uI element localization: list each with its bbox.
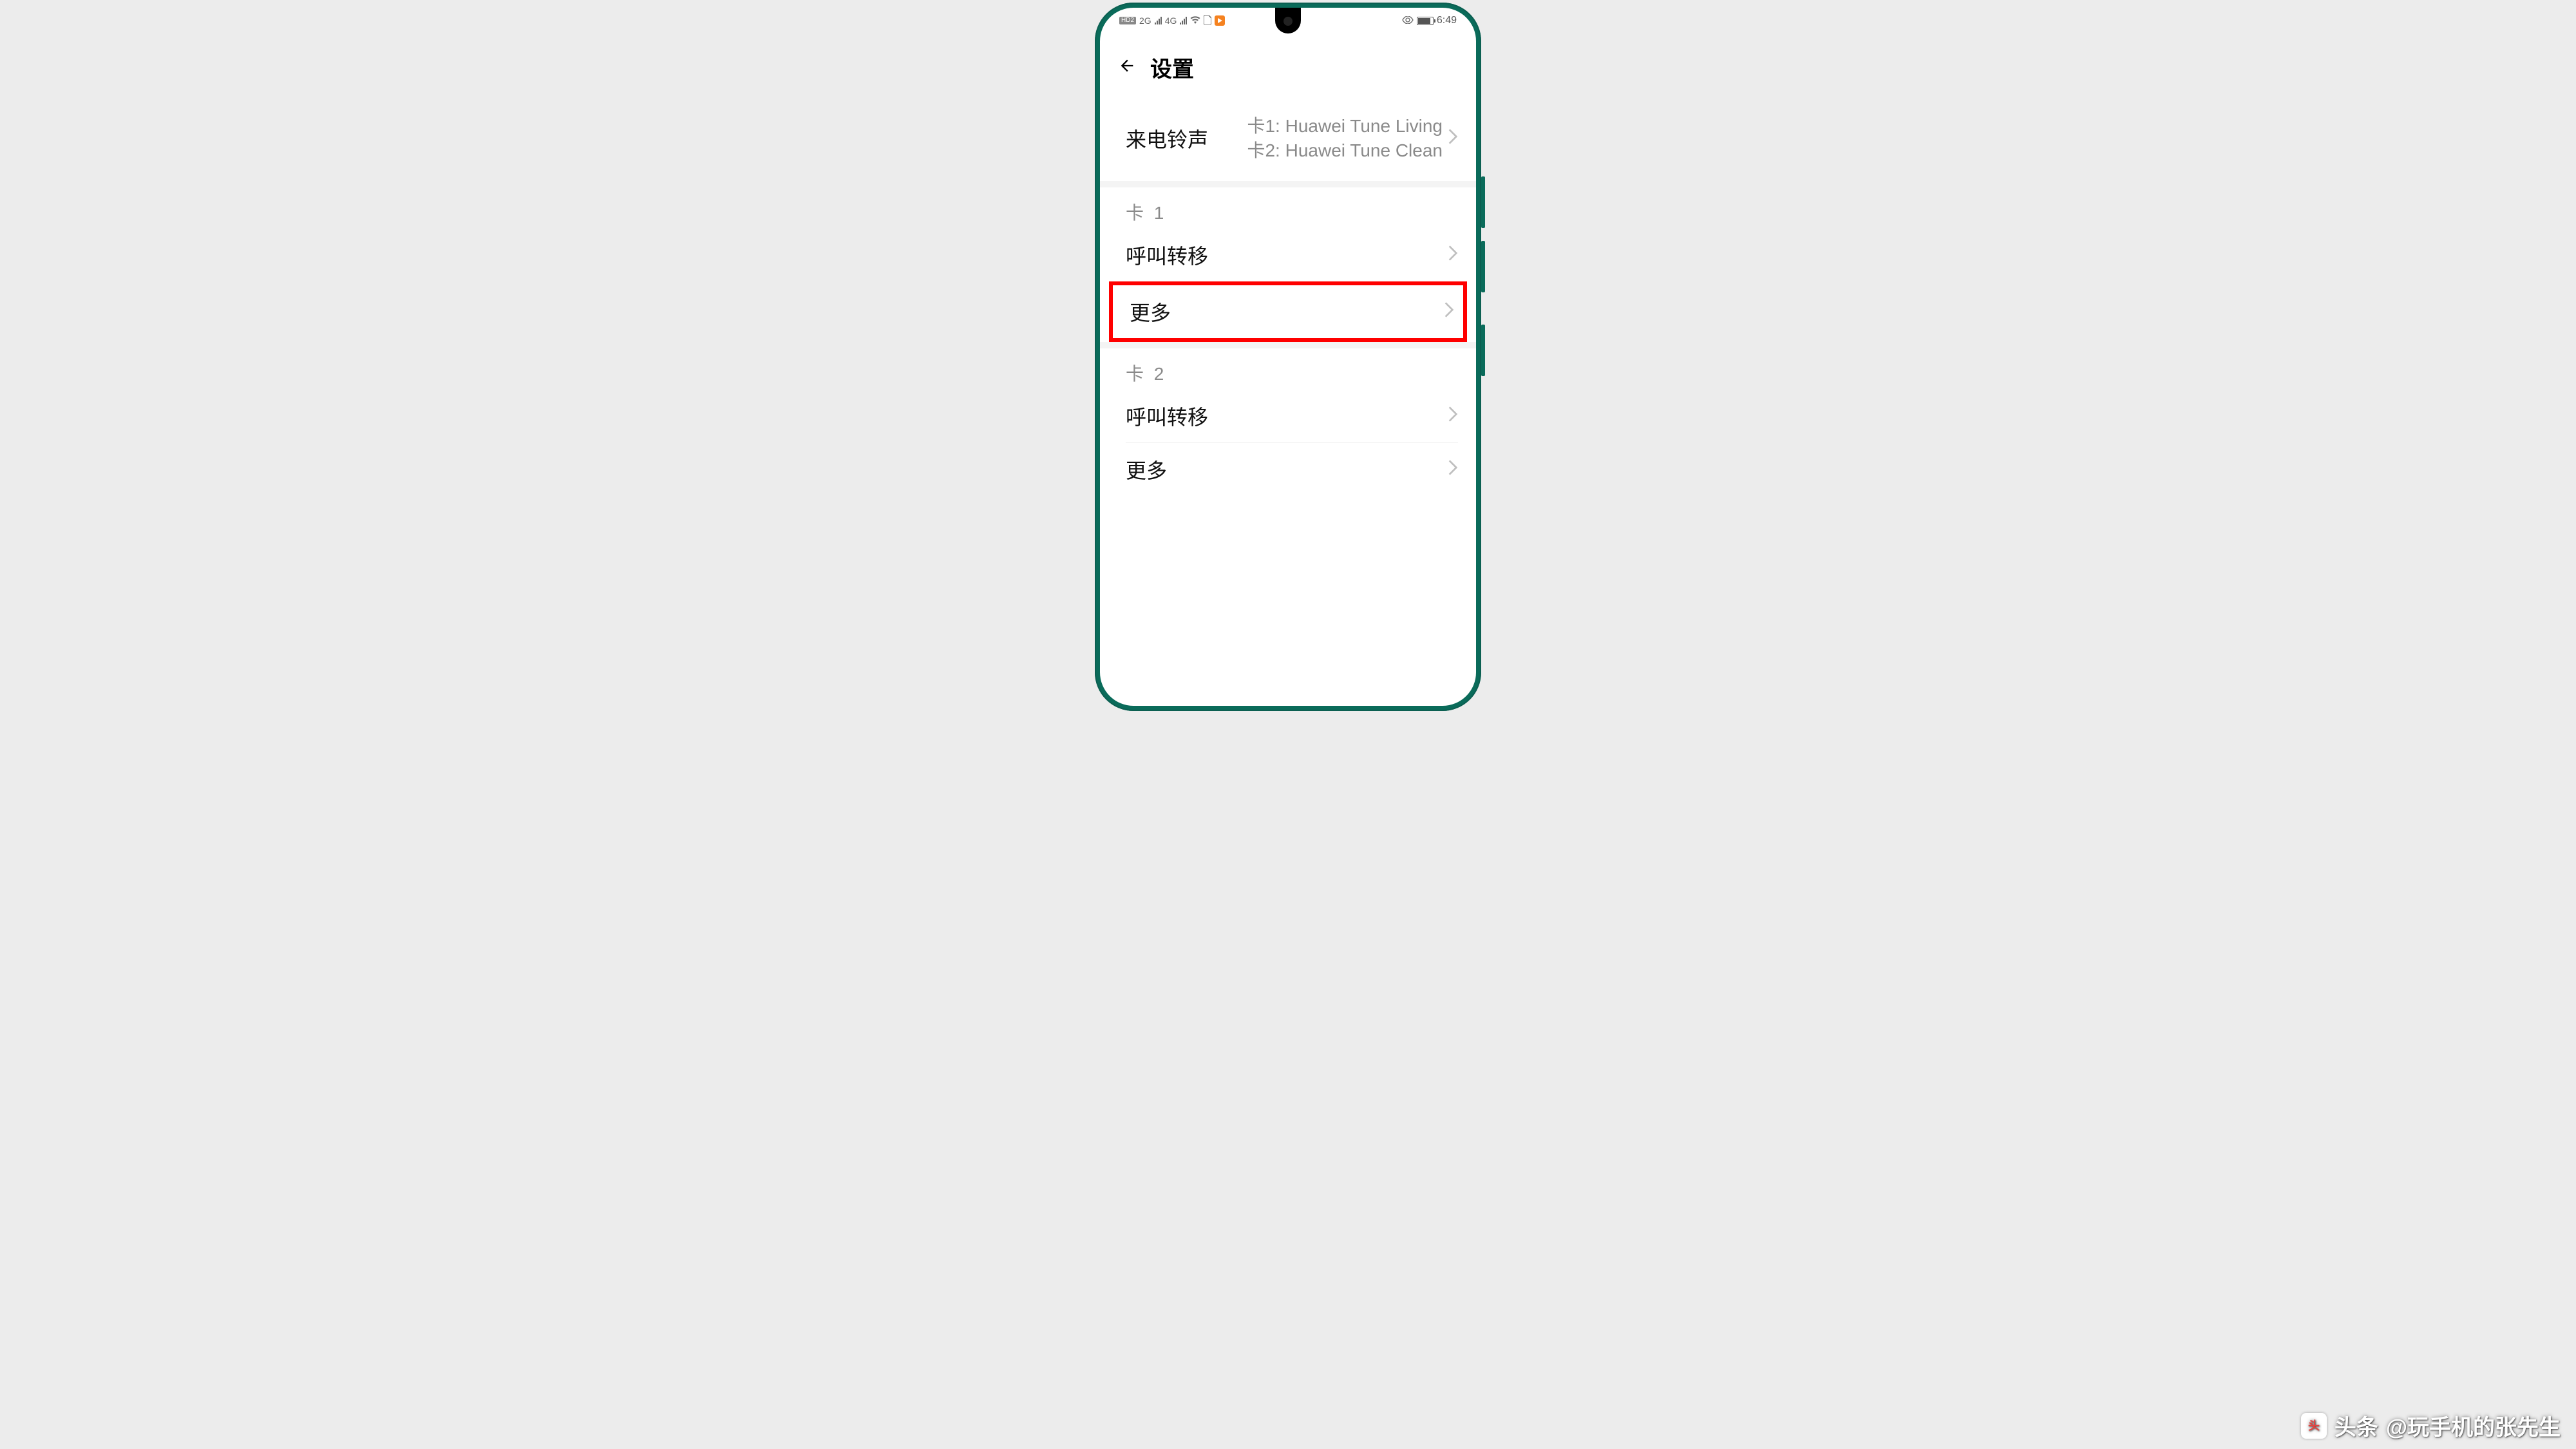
back-arrow-icon[interactable] [1118, 57, 1136, 78]
section-divider [1100, 181, 1476, 187]
side-button [1481, 325, 1485, 376]
watermark-brand: 头条 [2334, 1410, 2378, 1441]
row-label: 呼叫转移 [1126, 240, 1208, 270]
wifi-icon [1190, 15, 1200, 26]
play-app-icon [1215, 15, 1225, 26]
row-label: 更多 [1130, 297, 1171, 327]
ringtone-row[interactable]: 来电铃声 卡1: Huawei Tune Living 卡2: Huawei T… [1100, 96, 1476, 181]
status-right: 6:49 [1402, 15, 1457, 26]
svg-text:头: 头 [2308, 1419, 2320, 1432]
chevron-right-icon [1448, 245, 1458, 264]
side-button [1481, 176, 1485, 228]
row-label: 更多 [1126, 455, 1167, 484]
more-sim2-row[interactable]: 更多 [1100, 443, 1476, 496]
notch [1275, 8, 1301, 33]
status-left: HD2 2G 4G [1119, 15, 1225, 26]
section-header-sim1: 卡 1 [1100, 187, 1476, 229]
chevron-right-icon [1448, 129, 1458, 147]
signal-bars-icon [1155, 17, 1162, 24]
settings-list: 来电铃声 卡1: Huawei Tune Living 卡2: Huawei T… [1100, 96, 1476, 496]
phone-frame-wrapper: HD2 2G 4G [1095, 3, 1481, 711]
side-button [1481, 241, 1485, 292]
call-forwarding-sim2-row[interactable]: 呼叫转移 [1100, 390, 1476, 442]
call-forwarding-sim1-row[interactable]: 呼叫转移 [1100, 229, 1476, 281]
section-header-sim2: 卡 2 [1100, 348, 1476, 390]
signal-bars-icon [1180, 17, 1187, 24]
ringtone-sim1: 卡1: Huawei Tune Living [1208, 114, 1443, 138]
sim-icon [1204, 15, 1211, 26]
chevron-right-icon [1444, 302, 1454, 321]
watermark-handle: @玩手机的张先生 [2386, 1410, 2561, 1441]
section-divider [1100, 342, 1476, 348]
network-label-2: 4G [1165, 15, 1177, 26]
chevron-right-icon [1448, 406, 1458, 425]
hd-badge: HD2 [1119, 17, 1136, 24]
status-time: 6:49 [1437, 15, 1457, 26]
eye-comfort-icon [1402, 15, 1414, 26]
toutiao-logo-icon: 头 [2301, 1413, 2327, 1439]
phone-screen: HD2 2G 4G [1100, 8, 1476, 706]
chevron-right-icon [1448, 460, 1458, 478]
watermark: 头 头条 @玩手机的张先生 [2301, 1410, 2561, 1441]
ringtone-sim2: 卡2: Huawei Tune Clean [1208, 138, 1443, 163]
row-label: 呼叫转移 [1126, 401, 1208, 431]
battery-icon [1417, 17, 1434, 25]
network-label-1: 2G [1139, 15, 1151, 26]
more-sim1-row[interactable]: 更多 [1113, 285, 1463, 338]
phone-frame: HD2 2G 4G [1095, 3, 1481, 711]
page-title: 设置 [1150, 52, 1194, 83]
app-header: 设置 [1100, 33, 1476, 96]
ringtone-label: 来电铃声 [1126, 124, 1208, 153]
ringtone-value: 卡1: Huawei Tune Living 卡2: Huawei Tune C… [1208, 114, 1448, 163]
highlight-annotation: 更多 [1109, 281, 1467, 342]
